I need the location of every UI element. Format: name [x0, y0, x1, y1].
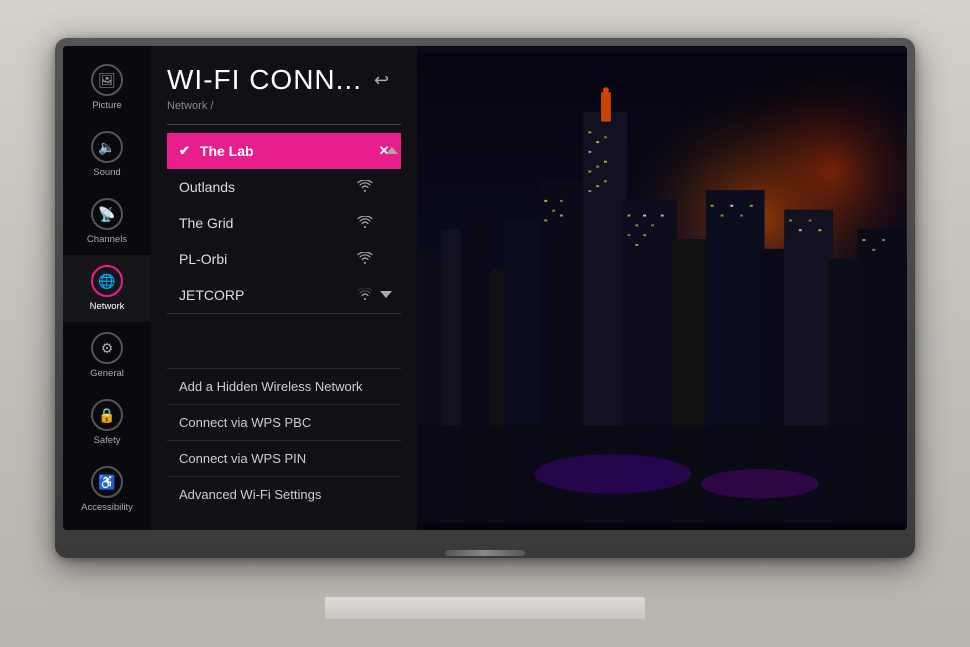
sidebar-item-general[interactable]: ⚙ General: [63, 322, 151, 389]
network-item-outlands[interactable]: Outlands: [167, 169, 401, 205]
network-item-pl-orbi[interactable]: PL-Orbi: [167, 241, 401, 277]
wifi-icon-pl-orbi: [357, 252, 373, 267]
sidebar-label-sound: Sound: [93, 167, 120, 178]
sidebar-label-safety: Safety: [94, 435, 121, 446]
sidebar-item-network[interactable]: 🌐 Network: [63, 255, 151, 322]
network-list: ✔ The Lab ✕ Outlands: [167, 133, 401, 364]
room-background: 🖼 Picture 🔈 Sound 📡 Channels 🌐 Network: [0, 0, 970, 647]
network-item-jetcorp[interactable]: JETCORP: [167, 277, 401, 314]
network-icon: 🌐: [91, 265, 123, 297]
safety-icon: 🔒: [91, 399, 123, 431]
sound-icon: 🔈: [91, 131, 123, 163]
sidebar-label-picture: Picture: [92, 100, 122, 111]
left-panel: 🖼 Picture 🔈 Sound 📡 Channels 🌐 Network: [63, 46, 417, 530]
scroll-up-arrow[interactable]: [385, 133, 399, 169]
wifi-icon-the-grid: [357, 216, 373, 231]
page-title-text: WI-FI CONN...: [167, 64, 362, 96]
advanced-wifi-settings-button[interactable]: Advanced Wi-Fi Settings: [167, 476, 401, 512]
network-name-the-lab: The Lab: [200, 143, 254, 159]
wifi-icon-outlands: [357, 180, 373, 195]
network-name-outlands: Outlands: [179, 179, 235, 195]
sidebar-item-accessibility[interactable]: ♿ Accessibility: [63, 456, 151, 523]
network-item-the-lab[interactable]: ✔ The Lab ✕: [167, 133, 401, 169]
sidebar-item-sound[interactable]: 🔈 Sound: [63, 121, 151, 188]
check-icon: ✔: [179, 143, 190, 159]
tv-frame: 🖼 Picture 🔈 Sound 📡 Channels 🌐 Network: [55, 38, 915, 558]
sidebar-item-channels[interactable]: 📡 Channels: [63, 188, 151, 255]
wifi-icon-jetcorp: [357, 288, 373, 303]
network-name-jetcorp: JETCORP: [179, 287, 244, 303]
picture-icon: 🖼: [91, 64, 123, 96]
sidebar: 🖼 Picture 🔈 Sound 📡 Channels 🌐 Network: [63, 46, 151, 530]
page-title-row: WI-FI CONN... ↩: [167, 64, 401, 96]
add-hidden-network-button[interactable]: Add a Hidden Wireless Network: [167, 368, 401, 404]
general-icon: ⚙: [91, 332, 123, 364]
sidebar-item-safety[interactable]: 🔒 Safety: [63, 389, 151, 456]
channels-icon: 📡: [91, 198, 123, 230]
tv-bottom-bar: [445, 550, 525, 556]
scroll-down-arrow[interactable]: [379, 287, 393, 304]
bottom-menu: Add a Hidden Wireless Network Connect vi…: [167, 368, 401, 512]
network-name-the-grid: The Grid: [179, 215, 233, 231]
tv-screen: 🖼 Picture 🔈 Sound 📡 Channels 🌐 Network: [63, 46, 907, 530]
sidebar-label-network: Network: [90, 301, 125, 312]
main-content: WI-FI CONN... ↩ Network / ✔ The Lab ✕: [151, 46, 417, 530]
breadcrumb: Network /: [167, 100, 401, 112]
accessibility-icon: ♿: [91, 466, 123, 498]
tv-stand: [325, 597, 645, 619]
sidebar-label-channels: Channels: [87, 234, 127, 245]
network-name-pl-orbi: PL-Orbi: [179, 251, 227, 267]
divider: [167, 124, 401, 125]
connect-wps-pbc-button[interactable]: Connect via WPS PBC: [167, 404, 401, 440]
connect-wps-pin-button[interactable]: Connect via WPS PIN: [167, 440, 401, 476]
sidebar-item-picture[interactable]: 🖼 Picture: [63, 54, 151, 121]
back-button[interactable]: ↩: [374, 70, 390, 91]
sidebar-label-accessibility: Accessibility: [81, 502, 133, 513]
city-background: [417, 46, 907, 530]
sidebar-label-general: General: [90, 368, 124, 379]
network-item-the-grid[interactable]: The Grid: [167, 205, 401, 241]
